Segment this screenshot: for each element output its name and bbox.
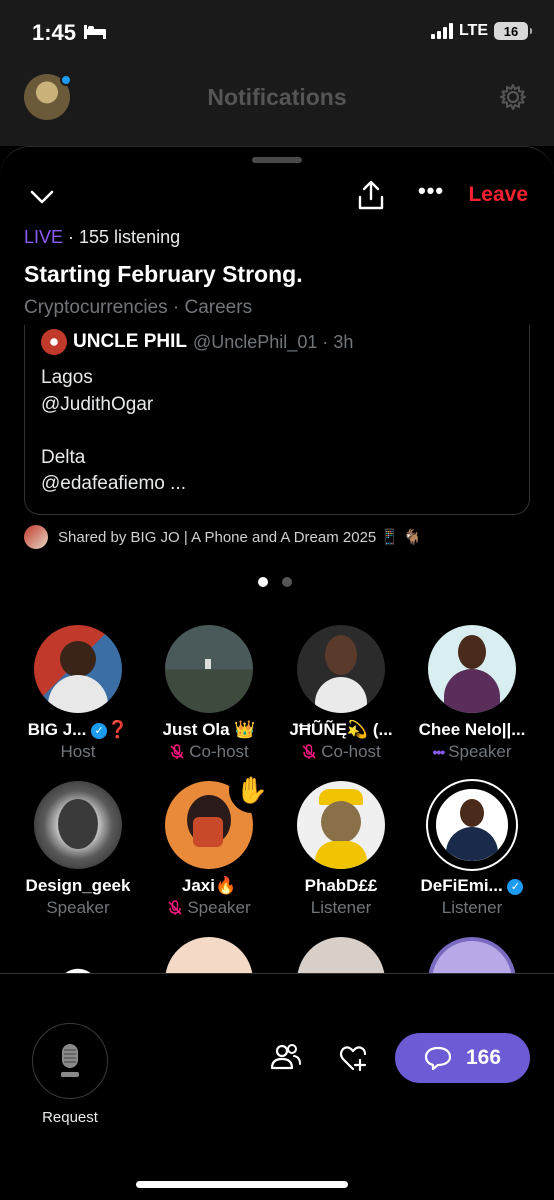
participant-name: Just Ola 👑 [162,720,256,739]
tweet-author-name: UNCLE PHIL [73,331,187,352]
role-text: Speaker [187,898,251,917]
participant-cohost[interactable]: Just Ola 👑 Co-host [143,625,275,763]
tweet-handle: @UnclePhil_01 · 3h [193,331,354,352]
name-text: DeFiEmi... [420,876,503,895]
participant-speaker[interactable]: ✋ Jaxi🔥 Speaker [143,767,275,919]
avatar [34,625,122,713]
tweet-line: Delta [41,446,86,468]
avatar [34,781,122,869]
role-text: Listener [310,898,372,917]
verified-icon: ✓ [507,878,524,895]
comments-count: 166 [465,1046,502,1069]
battery-level: 16 [503,23,519,39]
sleep-focus-icon [84,25,106,39]
shared-by: Shared by BIG JO | A Phone and A Dream 2… [24,525,422,549]
mic-off-icon [170,744,184,759]
tweet-line: Lagos [41,367,93,388]
comment-icon [424,1046,452,1071]
tweet-line[interactable]: @JudithOgar [41,392,186,419]
participant-role: Listener [406,897,538,919]
participant-name: DeFiEmi... ✓ [406,875,538,897]
role-text: Co-host [321,742,381,761]
name-suffix: ❓ [107,720,129,739]
comments-button[interactable]: 166 [395,1033,530,1083]
participant-role: Host [12,741,144,763]
sharer-avatar [24,525,48,549]
participant-name: BIG J... ✓ ❓ [12,719,144,741]
participant-name: Design_geek [25,876,131,895]
tweet-header: UNCLE PHIL @UnclePhil_01 · 3h [41,329,353,355]
heart-add-icon[interactable] [338,1043,368,1073]
space-title: Starting February Strong. [24,261,303,287]
participant-role: Listener [275,897,407,919]
space-topics[interactable]: Cryptocurrencies · Careers [24,297,252,319]
role-text: Listener [441,898,503,917]
status-bar: 1:45 LTE 16 [0,0,554,64]
name-text: BIG J... [27,720,92,739]
chevron-down-icon[interactable] [28,183,56,211]
live-badge: LIVE [24,227,64,247]
participant-name: JĦŨÑĘ💫 (... [289,720,393,739]
network-type: LTE [458,22,488,39]
carousel-dot [282,577,292,587]
participant-role: Speaker [12,897,144,919]
share-icon[interactable] [356,179,386,211]
sheet-grabber[interactable] [252,157,302,163]
raised-hand-icon: ✋ [229,767,275,813]
participant-name: Jaxi🔥 [181,876,237,895]
leave-button[interactable]: Leave [468,183,528,207]
more-options-icon[interactable]: ••• [416,180,446,209]
tweet-avatar [41,329,67,355]
participant-role: ••• Speaker [406,741,538,763]
request-label: Request [42,1109,98,1126]
tweet-line [41,418,186,445]
divider [0,973,554,974]
request-button[interactable] [32,1023,108,1099]
avatar [297,781,385,869]
status-indicators: LTE 16 [430,22,532,40]
battery-icon: 16 [494,22,532,40]
tweet-line[interactable]: @edafeafiemo ... [41,471,186,498]
participant-cohost[interactable]: JĦŨÑĘ💫 (... Co-host [275,625,407,763]
avatar [428,781,516,869]
notifications-header: Notifications [0,64,554,146]
role-text: Speaker [46,898,110,917]
signal-icon [430,23,453,39]
mic-off-icon [168,900,182,915]
participant-name: Chee Nelo||... [418,720,526,739]
participant-role: Co-host [143,741,275,763]
participant-role: Co-host [275,741,407,763]
participant-host[interactable]: BIG J... ✓ ❓ Host [12,625,144,763]
avatar [297,625,385,713]
participant-listener[interactable]: PhabD££ Listener [275,781,407,919]
role-text: Host [60,742,96,761]
live-status: LIVE · 155 listening [24,227,180,248]
role-text: Speaker [448,742,512,761]
verified-icon: ✓ [91,722,108,739]
participant-listener[interactable]: DeFiEmi... ✓ Listener [406,781,538,919]
space-toolbar: ••• Leave [0,177,554,217]
status-time: 1:45 [32,20,77,45]
role-text: Co-host [189,742,249,761]
participant-name: PhabD££ [304,876,378,895]
people-icon[interactable] [270,1041,302,1073]
participant-role: Speaker [143,897,275,919]
carousel-dots [258,577,292,587]
space-sheet: ••• Leave LIVE · 155 listening Starting … [0,146,554,1200]
avatar [428,625,516,713]
gear-icon[interactable] [498,82,528,112]
page-title: Notifications [207,84,347,110]
avatar [165,625,253,713]
pinned-tweet-card[interactable]: UNCLE PHIL @UnclePhil_01 · 3h Lagos @Jud… [24,325,530,515]
mic-off-icon [302,744,316,759]
home-indicator[interactable] [136,1181,348,1188]
participant-speaker[interactable]: Chee Nelo||... ••• Speaker [406,625,538,763]
tweet-body: Lagos @JudithOgar Delta @edafeafiemo ... [41,365,186,498]
shared-by-text: Shared by BIG JO | A Phone and A Dream 2… [58,529,422,546]
listening-count: · 155 listening [63,227,181,247]
carousel-dot-active [258,577,268,587]
participant-speaker[interactable]: Design_geek Speaker [12,781,144,919]
speaking-indicator-icon: ••• [432,744,445,760]
microphone-icon [61,1044,79,1077]
